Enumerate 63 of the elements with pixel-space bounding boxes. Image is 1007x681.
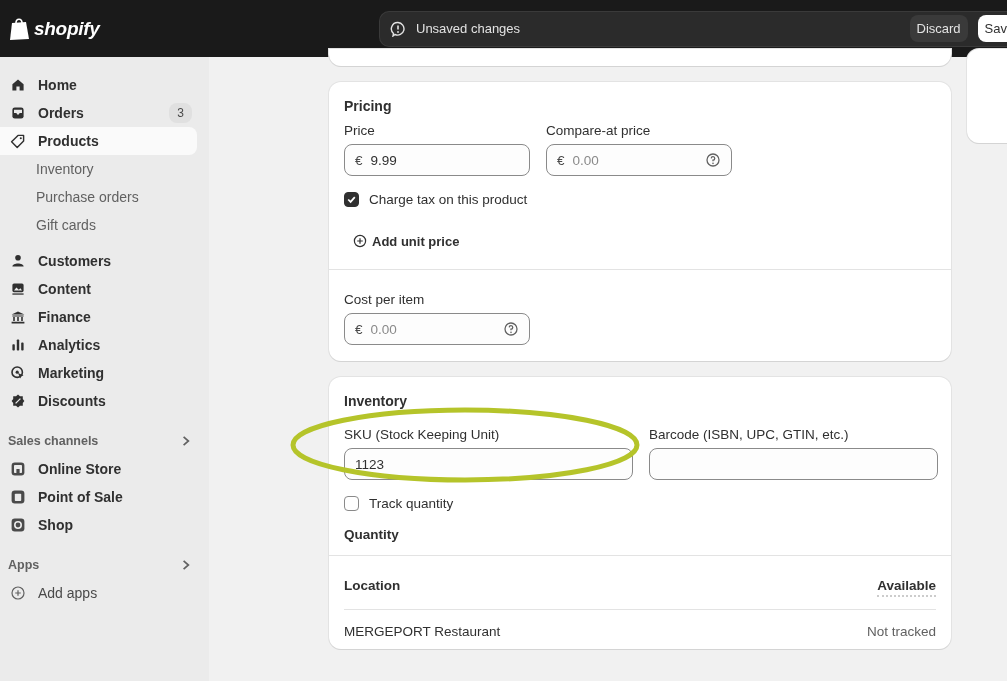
chevron-right-icon[interactable] (180, 435, 192, 447)
section-heading: Sales channels (8, 434, 99, 448)
save-button[interactable]: Sav (977, 15, 1007, 42)
shopping-bag-logo-icon (9, 16, 30, 41)
checkmark-icon (346, 194, 357, 205)
price-field[interactable]: € 9.99 (344, 144, 530, 176)
sidebar-item[interactable]: Add apps (0, 579, 197, 607)
checkbox-label: Charge tax on this product (369, 192, 528, 207)
unsaved-message: Unsaved changes (416, 21, 522, 36)
sidebar-item[interactable]: Purchase orders (0, 183, 197, 211)
alert-icon (390, 20, 406, 37)
sidebar-item[interactable]: Customers (0, 247, 197, 275)
sidebar-item[interactable]: Marketing (0, 359, 197, 387)
target-icon (10, 365, 26, 381)
price-field[interactable]: € 0.00 (344, 313, 530, 345)
sidebar-item[interactable]: Inventory (0, 155, 197, 183)
card-title: Pricing (344, 98, 393, 114)
checkbox[interactable] (344, 192, 359, 207)
home-icon (10, 77, 26, 93)
sidebar-item[interactable]: Home (0, 71, 197, 99)
section-heading: Apps (8, 558, 40, 572)
sidebar-item[interactable]: Analytics (0, 331, 197, 359)
text-field[interactable] (649, 448, 938, 480)
logo-wordmark[interactable]: shopify (34, 17, 100, 40)
field-label: Price (344, 123, 376, 138)
chevron-right-icon[interactable] (180, 559, 192, 571)
field-label: Barcode (ISBN, UPC, GTIN, etc.) (649, 427, 850, 442)
sidebar-item[interactable]: Gift cards (0, 211, 197, 239)
field-label: SKU (Stock Keeping Unit) (344, 427, 501, 442)
discard-button[interactable]: Discard (909, 15, 968, 42)
checkbox[interactable] (344, 496, 359, 511)
inbox-icon (10, 105, 26, 121)
column-header: Available (877, 578, 936, 597)
plus-circle-icon (352, 233, 368, 249)
field-label: Compare-at price (546, 123, 652, 138)
table-cell: MERGEPORT Restaurant (344, 624, 501, 639)
field-label: Cost per item (344, 292, 426, 307)
add-unit-price-button[interactable]: Add unit price (352, 229, 460, 253)
bar-chart-icon (10, 337, 26, 353)
card-title: Inventory (344, 393, 408, 409)
sidebar-item[interactable]: Products (0, 127, 197, 155)
section-heading: Quantity (344, 527, 400, 542)
column-header: Location (344, 578, 401, 595)
sidebar-item[interactable]: Online Store (0, 455, 197, 483)
help-icon[interactable] (705, 152, 721, 168)
sidebar-item[interactable]: Content (0, 275, 197, 303)
image-icon (10, 281, 26, 297)
sidebar-item[interactable]: Shop (0, 511, 197, 539)
tag-icon (10, 133, 26, 149)
sidebar-item[interactable]: Orders 3 (0, 99, 197, 127)
store-icon (10, 461, 26, 477)
sidebar-item[interactable]: Finance (0, 303, 197, 331)
discount-badge-icon (10, 393, 26, 409)
person-icon (10, 253, 26, 269)
sidebar-item[interactable]: Point of Sale (0, 483, 197, 511)
table-cell: Not tracked (866, 624, 936, 639)
help-icon[interactable] (503, 321, 519, 337)
bank-icon (10, 309, 26, 325)
checkbox-label: Track quantity (369, 496, 454, 511)
sidebar-item[interactable]: Discounts (0, 387, 197, 415)
plus-circle-icon (10, 585, 26, 601)
price-field[interactable]: € 0.00 (546, 144, 732, 176)
count-badge: 3 (169, 103, 192, 123)
